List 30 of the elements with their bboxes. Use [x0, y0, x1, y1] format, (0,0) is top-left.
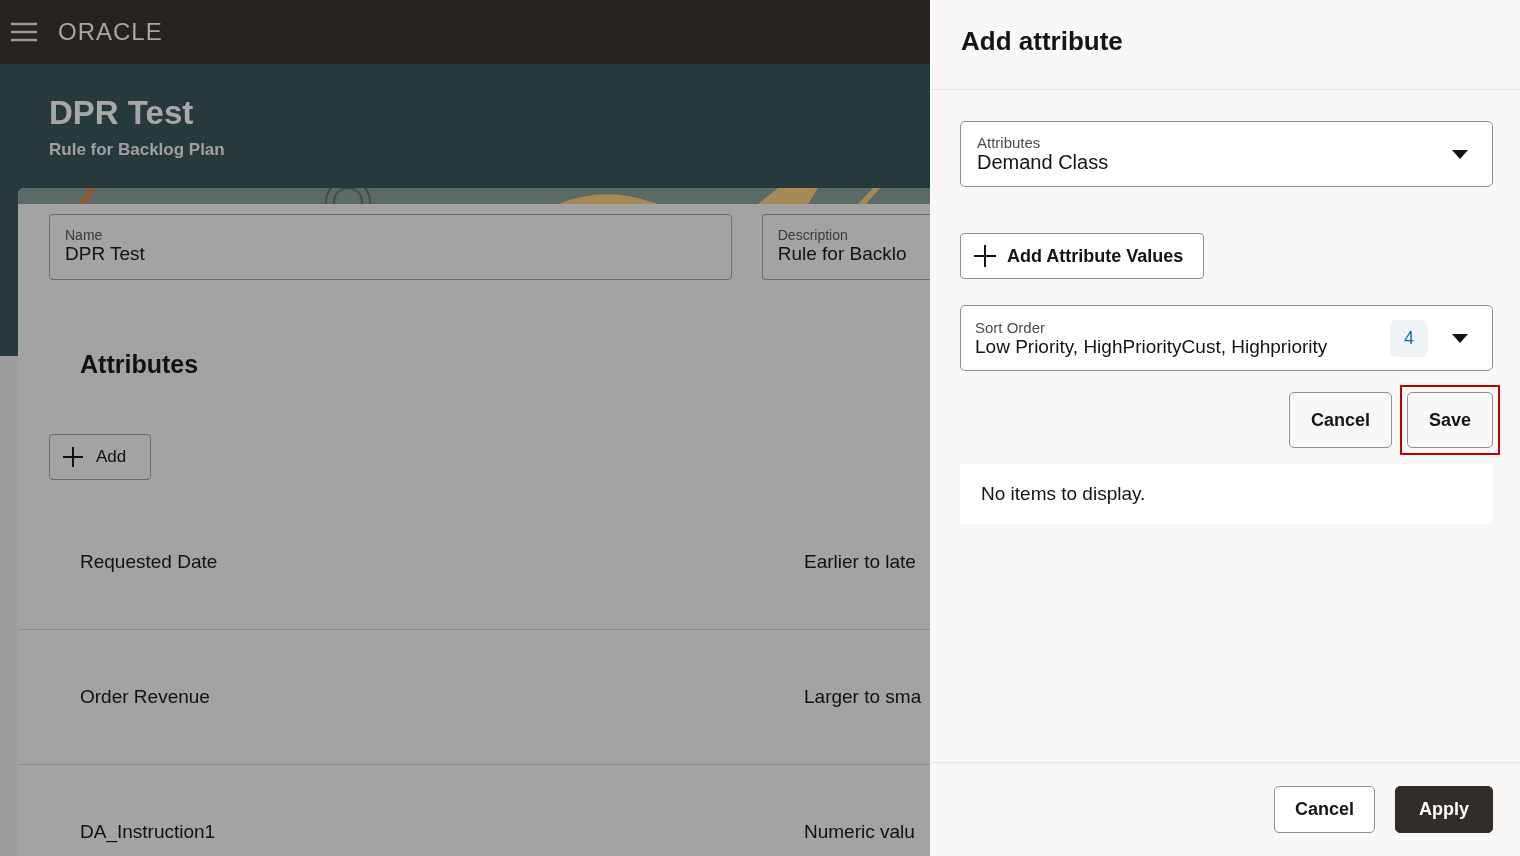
attribute-name: Requested Date	[80, 551, 218, 573]
drawer-title: Add attribute	[930, 0, 1520, 90]
sort-direction: Earlier to late	[804, 551, 916, 573]
attribute-name: DA_Instruction1	[80, 821, 216, 843]
apply-button[interactable]: Apply	[1395, 786, 1493, 833]
empty-message: No items to display.	[960, 464, 1493, 524]
menu-icon[interactable]	[10, 22, 38, 42]
page-subtitle: Rule for Backlog Plan	[49, 140, 226, 160]
name-field[interactable]: Name DPR Test	[49, 214, 732, 280]
attribute-name: Order Revenue	[80, 686, 210, 708]
plus-icon	[973, 244, 997, 268]
add-attribute-values-button[interactable]: Add Attribute Values	[960, 233, 1205, 279]
section-heading: Attributes	[80, 350, 200, 379]
count-badge: 4	[1390, 319, 1428, 357]
dropdown-icon	[1452, 333, 1468, 343]
page-title: DPR Test	[49, 94, 195, 132]
add-button[interactable]: Add	[49, 434, 151, 480]
sort-direction: Numeric valu	[804, 821, 915, 843]
field-label: Sort Order	[975, 318, 1047, 336]
cancel-button[interactable]: Cancel	[1273, 786, 1375, 833]
dropdown-icon	[1452, 149, 1468, 159]
plus-icon	[62, 446, 84, 468]
action-button[interactable]: Save	[1406, 392, 1493, 448]
action-button[interactable]: Cancel	[1288, 392, 1392, 448]
attributes-select[interactable]: Attributes Demand Class	[960, 121, 1493, 187]
logo: ORACLE	[58, 18, 163, 46]
description-field[interactable]: Description Rule for Backlo	[761, 214, 930, 280]
sort-direction: Larger to sma	[804, 686, 922, 708]
sort-order-select[interactable]: Sort Order Low Priority, HighPriorityCust, Highpriority 4	[960, 305, 1493, 371]
field-value: Low Priority, HighPriorityCust, Highpriority	[975, 335, 1329, 358]
